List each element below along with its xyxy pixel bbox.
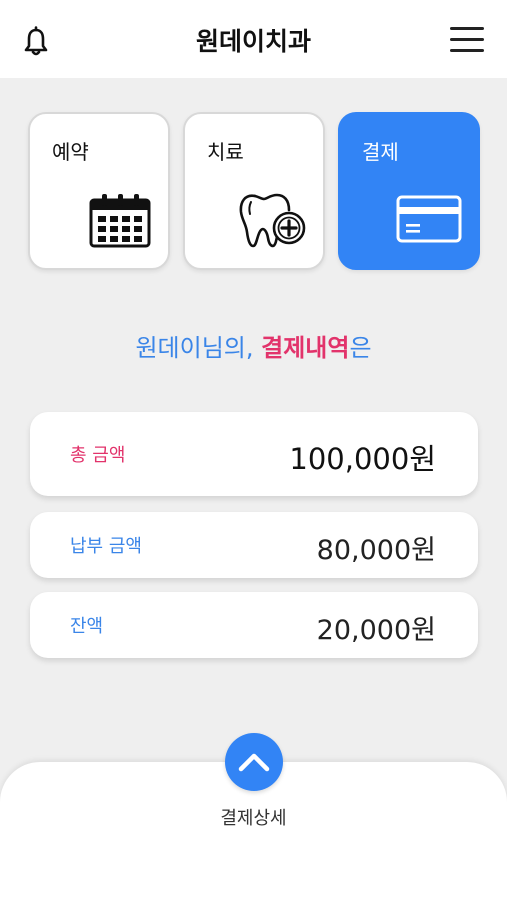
- tab-payment-label: 결제: [362, 140, 399, 164]
- credit-card-icon: [396, 194, 462, 248]
- app-title: 원데이치과: [195, 27, 311, 56]
- payment-headline: 원데이님의, 결제내역은: [0, 328, 507, 363]
- app-header: 원데이치과: [0, 0, 507, 78]
- hamburger-menu-icon[interactable]: [450, 27, 484, 55]
- total-amount-row: 총 금액 100,000원: [30, 412, 478, 496]
- tab-treatment[interactable]: 치료: [183, 112, 325, 270]
- chevron-up-icon: [238, 753, 270, 772]
- tab-payment[interactable]: 결제: [338, 112, 480, 270]
- tab-treatment-label: 치료: [207, 140, 244, 164]
- balance-label: 잔액: [70, 616, 104, 637]
- headline-suffix: 은: [349, 334, 372, 362]
- expand-sheet-button[interactable]: [225, 733, 283, 791]
- balance-row: 잔액 20,000원: [30, 592, 478, 658]
- tab-reservation-label: 예약: [52, 140, 89, 164]
- tab-reservation[interactable]: 예약: [28, 112, 170, 270]
- paid-amount-row: 납부 금액 80,000원: [30, 512, 478, 578]
- tooth-plus-icon: [237, 190, 309, 254]
- total-amount-label: 총 금액: [70, 445, 126, 466]
- paid-amount-value: 80,000원: [316, 535, 436, 566]
- headline-highlight: 결제내역: [261, 334, 350, 362]
- total-amount-value: 100,000원: [289, 442, 436, 476]
- payment-detail-label: 결제상세: [220, 808, 287, 829]
- calendar-icon: [88, 192, 152, 252]
- paid-amount-label: 납부 금액: [70, 536, 142, 557]
- headline-prefix: 원데이님의,: [135, 334, 262, 362]
- balance-value: 20,000원: [316, 615, 436, 646]
